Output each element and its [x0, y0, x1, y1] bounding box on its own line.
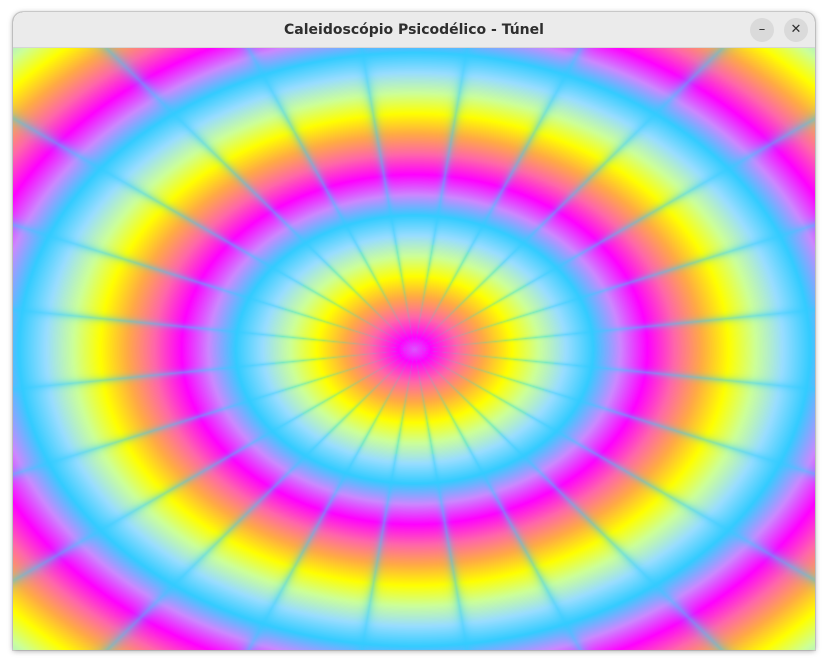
app-window: Caleidoscópio Psicodélico - Túnel – ✕: [13, 12, 815, 650]
tunnel-canvas[interactable]: [13, 48, 815, 650]
minimize-icon: –: [758, 22, 766, 37]
close-icon: ✕: [790, 22, 802, 37]
window-title: Caleidoscópio Psicodélico - Túnel: [284, 22, 544, 38]
title-bar[interactable]: Caleidoscópio Psicodélico - Túnel – ✕: [13, 12, 815, 48]
close-button[interactable]: ✕: [784, 18, 808, 42]
kaleidoscope-view[interactable]: [13, 48, 815, 650]
minimize-button[interactable]: –: [750, 18, 774, 42]
